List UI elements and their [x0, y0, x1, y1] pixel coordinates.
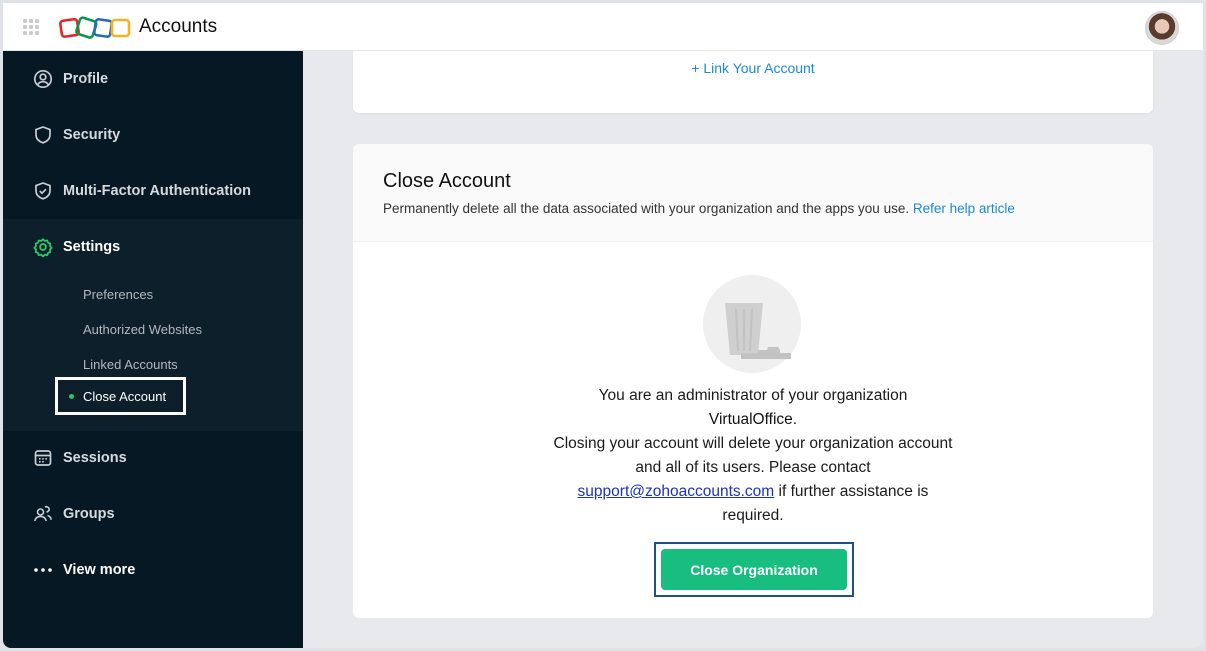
trash-illustration: [703, 275, 801, 373]
close-organization-focus-ring: Close Organization: [654, 542, 854, 597]
shield-check-icon: [33, 181, 53, 201]
sidebar-item-settings[interactable]: Settings: [3, 227, 303, 267]
app-window: Accounts Profile Security Multi-Factor A…: [3, 3, 1203, 648]
help-article-link[interactable]: Refer help article: [913, 201, 1015, 216]
close-account-description: Permanently delete all the data associat…: [383, 201, 1015, 216]
shield-icon: [33, 125, 53, 145]
linked-accounts-card: + Link Your Account: [353, 51, 1153, 113]
sidebar-subitem-linked-accounts[interactable]: Linked Accounts: [83, 357, 178, 372]
link-your-account-link[interactable]: + Link Your Account: [353, 60, 1153, 76]
top-header: Accounts: [3, 3, 1203, 51]
sidebar-item-sessions[interactable]: Sessions: [3, 438, 303, 478]
sidebar-item-security[interactable]: Security: [3, 115, 303, 155]
support-email-link[interactable]: support@zohoaccounts.com: [578, 483, 775, 500]
organization-name: VirtualOffice: [708, 411, 793, 428]
close-account-message: You are an administrator of your organiz…: [553, 387, 953, 524]
sidebar-subitem-preferences[interactable]: Preferences: [83, 287, 153, 302]
more-icon: [33, 560, 53, 580]
app-title: Accounts: [139, 16, 218, 37]
users-icon: [33, 504, 53, 524]
close-account-card: Close Account Permanently delete all the…: [353, 144, 1153, 618]
sidebar: Profile Security Multi-Factor Authentica…: [3, 51, 303, 648]
sidebar-item-profile[interactable]: Profile: [3, 59, 303, 99]
close-organization-button[interactable]: Close Organization: [661, 549, 847, 590]
user-avatar[interactable]: [1145, 11, 1179, 45]
sidebar-item-mfa[interactable]: Multi-Factor Authentication: [3, 171, 303, 211]
active-dot-icon: [69, 393, 74, 399]
page-title: Close Account: [383, 170, 511, 192]
close-account-header: Close Account Permanently delete all the…: [353, 144, 1153, 242]
sidebar-subitem-close-account[interactable]: Close Account: [55, 377, 186, 415]
sidebar-item-view-more[interactable]: View more: [3, 550, 303, 590]
trash-icon: [725, 303, 791, 359]
zoho-logo: [59, 16, 131, 39]
gear-icon: [33, 237, 53, 258]
sidebar-item-groups[interactable]: Groups: [3, 494, 303, 534]
sidebar-subitem-authorized-websites[interactable]: Authorized Websites: [83, 322, 202, 337]
calendar-icon: [33, 448, 53, 468]
grid-icon[interactable]: [23, 19, 41, 35]
profile-icon: [33, 69, 53, 89]
